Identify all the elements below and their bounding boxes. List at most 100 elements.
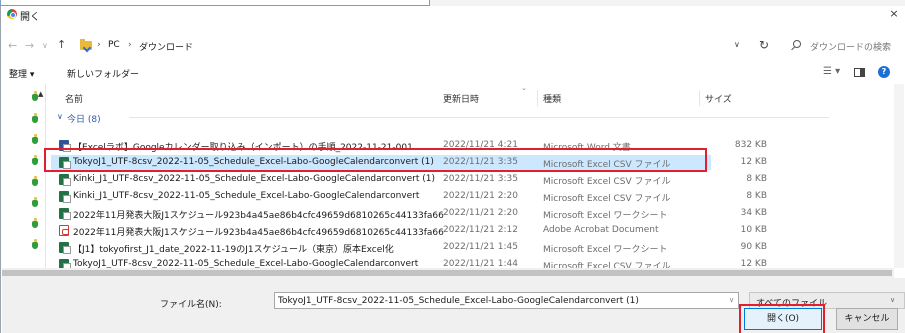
excel-file-icon bbox=[59, 208, 71, 220]
file-name: TokyoJ1_UTF-8csv_2022-11-05_Schedule_Exc… bbox=[73, 157, 434, 167]
breadcrumb-pc[interactable]: PC bbox=[108, 40, 120, 50]
breadcrumb-downloads[interactable]: ダウンロード bbox=[139, 40, 193, 53]
view-options-icon[interactable]: ☰ ▾ bbox=[823, 66, 840, 77]
file-date: 2022/11/21 3:35 bbox=[443, 174, 518, 184]
file-list: 名前 ⌄ 更新日時 種類 サイズ ∨ 今日 (8) 【Excelラボ】Googl… bbox=[51, 84, 901, 272]
open-button[interactable]: 開く(O) bbox=[744, 308, 822, 330]
file-type: Microsoft Excel CSV ファイル bbox=[543, 194, 671, 204]
nav-item-icon[interactable] bbox=[32, 134, 38, 144]
file-date: 2022/11/21 2:20 bbox=[443, 208, 518, 218]
file-type: Microsoft Excel ワークシート bbox=[543, 211, 668, 221]
organize-button[interactable]: 整理 ▾ bbox=[9, 67, 34, 80]
filename-input[interactable]: TokyoJ1_UTF-8csv_2022-11-05_Schedule_Exc… bbox=[274, 292, 739, 309]
file-row[interactable]: 【J1】tokyofirst_J1_date_2022-11-19のJ1スケジュ… bbox=[51, 240, 767, 255]
file-size: 12 KB bbox=[740, 157, 767, 167]
help-icon[interactable]: ? bbox=[878, 66, 890, 78]
open-file-dialog: 開く × ← → ∨ ↑ › PC › ダウンロード ∨ ↻ ダウンロードの検索… bbox=[0, 6, 905, 333]
file-type: Microsoft Excel ワークシート bbox=[543, 245, 668, 255]
preview-pane-icon[interactable] bbox=[854, 68, 865, 77]
address-row: ← → ∨ ↑ › PC › ダウンロード ∨ ↻ ダウンロードの検索 bbox=[1, 36, 905, 56]
search-icon bbox=[793, 40, 801, 48]
filetype-dropdown-chevron-icon[interactable]: ∨ bbox=[890, 296, 895, 304]
excel-file-icon bbox=[59, 242, 71, 254]
group-today[interactable]: ∨ 今日 (8) bbox=[51, 110, 901, 125]
file-row[interactable]: 2022年11月発表大阪J1スケジュール923b4a45ae86b4cfc496… bbox=[51, 223, 767, 238]
sort-chevron-icon: ⌄ bbox=[521, 84, 527, 92]
command-toolbar: 整理 ▾ 新しいフォルダー ☰ ▾ ? bbox=[1, 61, 905, 83]
cancel-button[interactable]: キャンセル bbox=[836, 308, 898, 330]
downloads-folder-icon bbox=[80, 39, 92, 50]
file-row[interactable]: Kinki_J1_UTF-8csv_2022-11-05_Schedule_Ex… bbox=[51, 172, 767, 187]
back-arrow-icon[interactable]: ← bbox=[8, 39, 17, 52]
file-size: 90 KB bbox=[740, 242, 767, 252]
group-divider bbox=[129, 117, 829, 118]
file-date: 2022/11/21 2:12 bbox=[443, 225, 518, 235]
column-name[interactable]: 名前 bbox=[65, 92, 83, 105]
close-button[interactable]: × bbox=[886, 6, 902, 22]
excel-file-icon bbox=[59, 191, 71, 203]
navigation-pane: ▲ bbox=[2, 84, 46, 268]
file-type: Microsoft Excel CSV ファイル bbox=[543, 160, 671, 170]
column-divider[interactable] bbox=[699, 90, 700, 106]
search-input[interactable]: ダウンロードの検索 bbox=[786, 37, 904, 55]
file-size: 8 KB bbox=[746, 191, 767, 201]
search-placeholder: ダウンロードの検索 bbox=[810, 43, 892, 53]
group-label: 今日 (8) bbox=[67, 115, 101, 125]
horizontal-scrollbar[interactable] bbox=[2, 268, 894, 278]
file-row[interactable]: TokyoJ1_UTF-8csv_2022-11-05_Schedule_Exc… bbox=[51, 155, 767, 170]
breadcrumb-separator: › bbox=[97, 40, 101, 50]
new-folder-button[interactable]: 新しいフォルダー bbox=[67, 67, 139, 80]
column-type[interactable]: 種類 bbox=[543, 92, 561, 105]
file-row[interactable]: 【Excelラボ】Googleカレンダー取り込み（インポート）の手順_2022-… bbox=[51, 138, 767, 153]
nav-scroll-up-icon[interactable]: ▲ bbox=[38, 90, 43, 98]
forward-arrow-icon[interactable]: → bbox=[25, 39, 34, 52]
bottom-panel: ファイル名(N): TokyoJ1_UTF-8csv_2022-11-05_Sc… bbox=[2, 278, 905, 333]
file-size: 34 KB bbox=[740, 208, 767, 218]
nav-item-icon[interactable] bbox=[32, 91, 38, 101]
group-chevron-icon: ∨ bbox=[57, 112, 63, 121]
scrollbar-thumb[interactable] bbox=[2, 270, 892, 276]
nav-item-icon[interactable] bbox=[32, 155, 38, 165]
file-type: Adobe Acrobat Document bbox=[543, 225, 659, 235]
column-size[interactable]: サイズ bbox=[705, 92, 732, 105]
file-type: Microsoft Excel CSV ファイル bbox=[543, 177, 671, 187]
column-header-row: 名前 ⌄ 更新日時 種類 サイズ bbox=[51, 84, 901, 106]
file-size: 832 KB bbox=[734, 140, 767, 150]
nav-item-icon[interactable] bbox=[32, 218, 38, 228]
file-row[interactable]: 2022年11月発表大阪J1スケジュール923b4a45ae86b4cfc496… bbox=[51, 206, 767, 221]
filename-label: ファイル名(N): bbox=[160, 300, 222, 310]
file-type: Microsoft Word 文書 bbox=[543, 143, 631, 153]
address-bar[interactable]: › PC › ダウンロード bbox=[77, 37, 717, 55]
pdf-file-icon bbox=[59, 225, 69, 236]
nav-item-icon[interactable] bbox=[32, 113, 38, 123]
file-name: 【Excelラボ】Googleカレンダー取り込み（インポート）の手順_2022-… bbox=[73, 143, 413, 153]
nav-item-icon[interactable] bbox=[32, 176, 38, 186]
filename-dropdown-chevron-icon[interactable]: ∨ bbox=[729, 296, 734, 304]
column-divider[interactable] bbox=[537, 90, 538, 106]
breadcrumb-separator: › bbox=[128, 40, 132, 50]
file-date: 2022/11/21 3:35 bbox=[443, 157, 518, 167]
column-date[interactable]: 更新日時 bbox=[443, 92, 479, 105]
recent-locations-chevron-icon[interactable]: ∨ bbox=[42, 41, 48, 50]
file-date: 2022/11/21 1:45 bbox=[443, 242, 518, 252]
nav-item-icon[interactable] bbox=[32, 197, 38, 207]
title-bar: 開く × bbox=[1, 6, 905, 23]
file-date: 2022/11/21 4:21 bbox=[443, 140, 518, 150]
address-dropdown-chevron-icon[interactable]: ∨ bbox=[734, 40, 740, 49]
file-row[interactable]: Kinki_J1_UTF-8csv_2022-11-05_Schedule_Ex… bbox=[51, 189, 767, 204]
vertical-scrollbar[interactable] bbox=[894, 84, 904, 268]
file-name: Kinki_J1_UTF-8csv_2022-11-05_Schedule_Ex… bbox=[73, 174, 436, 184]
up-arrow-icon[interactable]: ↑ bbox=[57, 38, 66, 51]
filetype-select[interactable]: すべてのファイル bbox=[749, 292, 905, 309]
file-name: Kinki_J1_UTF-8csv_2022-11-05_Schedule_Ex… bbox=[73, 191, 420, 201]
refresh-icon[interactable]: ↻ bbox=[759, 38, 769, 52]
word-file-icon bbox=[59, 140, 71, 152]
file-name: 2022年11月発表大阪J1スケジュール923b4a45ae86b4cfc496… bbox=[73, 228, 444, 238]
window-title: 開く bbox=[20, 12, 40, 23]
file-name: 2022年11月発表大阪J1スケジュール923b4a45ae86b4cfc496… bbox=[73, 211, 444, 221]
excel-file-icon bbox=[59, 157, 71, 169]
nav-item-icon[interactable] bbox=[32, 239, 38, 249]
chrome-app-icon bbox=[7, 9, 17, 19]
file-size: 8 KB bbox=[746, 174, 767, 184]
file-name: 【J1】tokyofirst_J1_date_2022-11-19のJ1スケジュ… bbox=[73, 245, 394, 255]
